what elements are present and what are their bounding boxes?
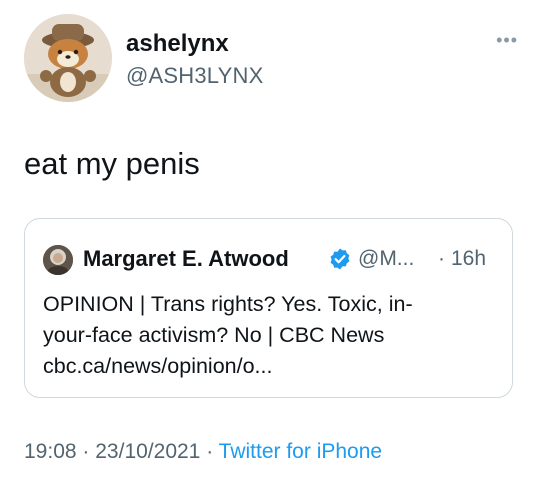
portrait-image — [43, 245, 73, 275]
display-name[interactable]: ashelynx — [126, 30, 229, 58]
quoted-display-name[interactable]: Margaret E. Atwood — [83, 246, 289, 272]
tweet-source-link[interactable]: Twitter for iPhone — [219, 440, 382, 463]
verified-badge-icon — [330, 248, 350, 270]
tweet-metadata: 19:08 · 23/10/2021 · Twitter for iPhone — [24, 440, 382, 464]
quoted-separator: · — [438, 247, 445, 270]
user-handle[interactable]: @ASH3LYNX — [126, 63, 263, 89]
quoted-tweet[interactable]: Margaret E. Atwood @M... · 16h OPINION |… — [24, 218, 513, 398]
quoted-timestamp[interactable]: 16h — [451, 247, 486, 271]
plush-toy-avatar-image — [24, 14, 112, 102]
avatar[interactable] — [24, 14, 112, 102]
quoted-tweet-text: OPINION | Trans rights? Yes. Toxic, in- … — [43, 289, 503, 382]
meta-separator-2: · — [206, 440, 214, 463]
quoted-text-line-2: your-face activism? No | CBC News — [43, 323, 385, 347]
tweet-text: eat my penis — [24, 146, 200, 181]
tweet-time[interactable]: 19:08 — [24, 440, 77, 463]
more-options-icon[interactable]: ••• — [496, 30, 518, 51]
quoted-text-line-1: OPINION | Trans rights? Yes. Toxic, in- — [43, 292, 413, 316]
meta-separator: · — [82, 440, 90, 463]
quoted-link-line[interactable]: cbc.ca/news/opinion/o... — [43, 351, 503, 382]
tweet: ashelynx @ASH3LYNX ••• eat my penis Marg… — [0, 0, 540, 487]
quoted-handle[interactable]: @M... — [358, 247, 414, 271]
tweet-date[interactable]: 23/10/2021 — [95, 440, 200, 463]
quoted-avatar[interactable] — [43, 245, 73, 275]
